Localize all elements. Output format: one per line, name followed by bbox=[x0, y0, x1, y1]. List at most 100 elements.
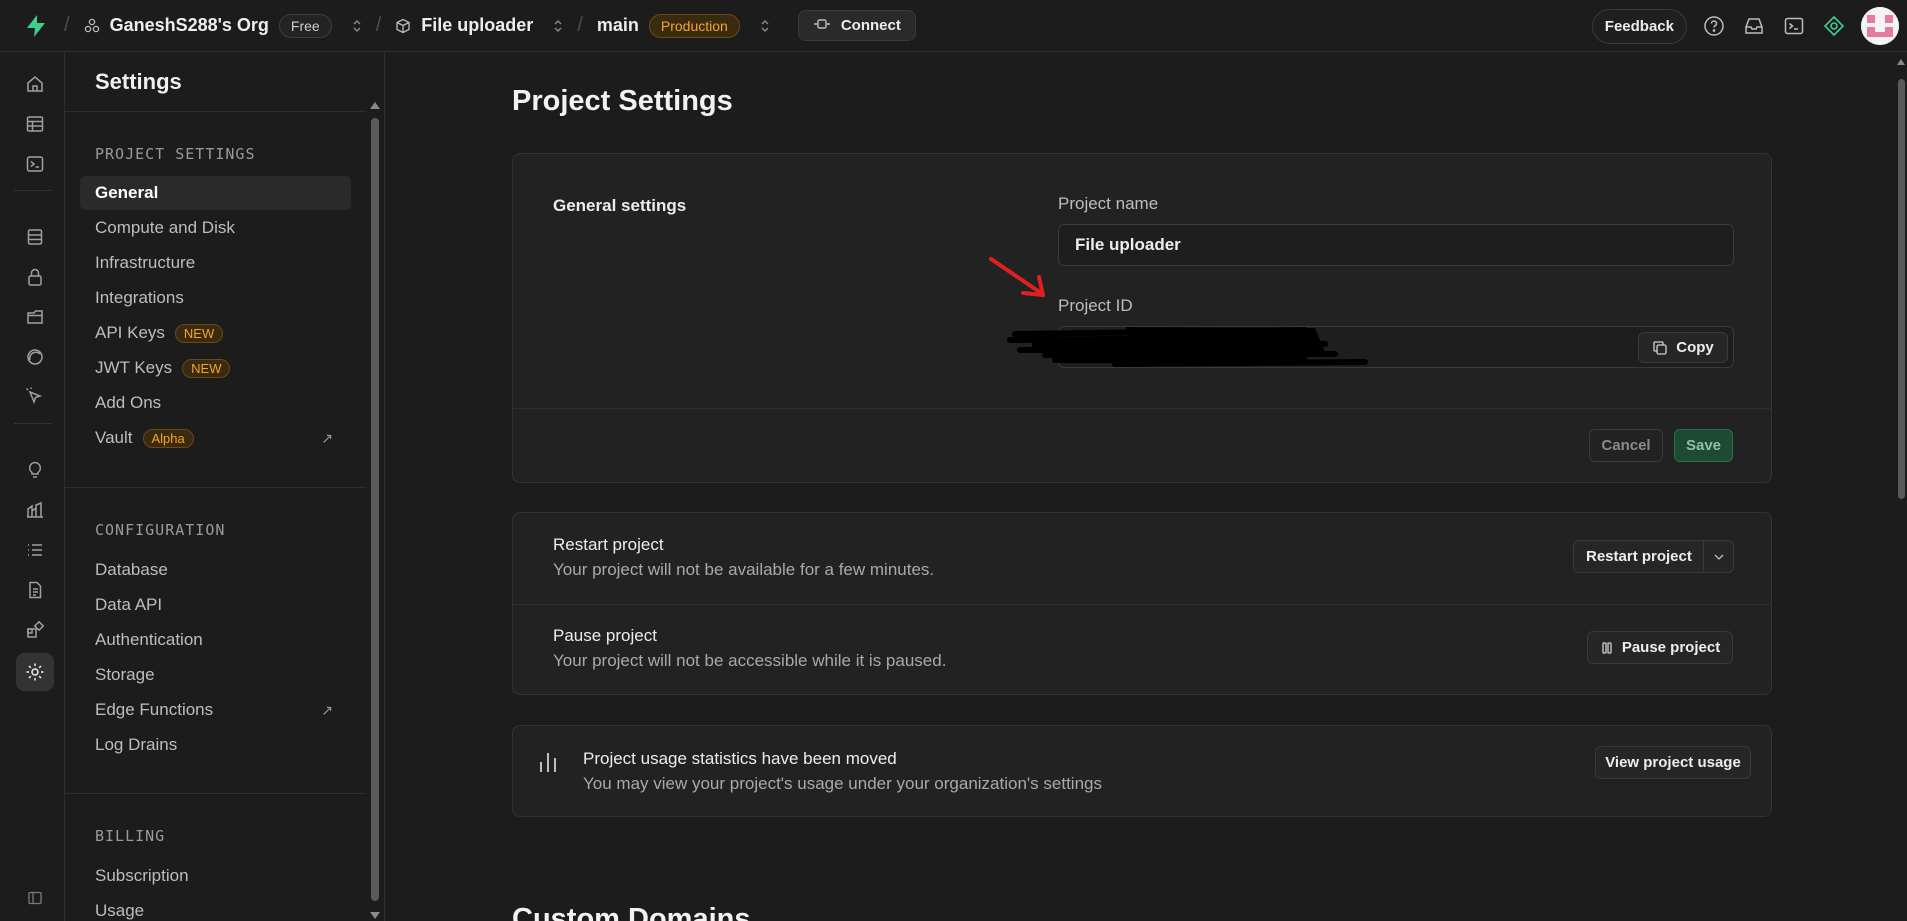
plug-icon bbox=[813, 17, 831, 34]
sidebar-item-label: Infrastructure bbox=[95, 253, 196, 272]
reports-chart-icon[interactable] bbox=[16, 491, 54, 529]
branch-breadcrumb[interactable]: main Production bbox=[596, 13, 770, 38]
settings-gear-icon[interactable] bbox=[16, 653, 54, 691]
sidebar-item-label: Compute and Disk bbox=[95, 218, 235, 237]
main-scroll-thumb[interactable] bbox=[1898, 79, 1905, 499]
sidebar-item-database[interactable]: Database bbox=[80, 553, 351, 587]
org-switcher-chevron-icon[interactable] bbox=[352, 18, 362, 34]
ai-assistant-icon[interactable] bbox=[1821, 13, 1847, 39]
view-project-usage-button[interactable]: View project usage bbox=[1595, 746, 1751, 779]
branch-name: main bbox=[596, 15, 639, 35]
org-breadcrumb[interactable]: GaneshS288's Org Free bbox=[84, 13, 362, 38]
usage-moved-card: Project usage statistics have been moved… bbox=[512, 725, 1772, 817]
project-switcher-chevron-icon[interactable] bbox=[553, 18, 563, 34]
sidebar-item-add-ons[interactable]: Add Ons bbox=[80, 386, 351, 420]
sidebar-item-edge-functions[interactable]: Edge Functions ↗ bbox=[80, 693, 351, 727]
sidebar-item-data-api[interactable]: Data API bbox=[80, 588, 351, 622]
sidebar-item-label: Authentication bbox=[95, 630, 203, 649]
sidebar-item-integrations[interactable]: Integrations bbox=[80, 281, 351, 315]
pause-project-button[interactable]: Pause project bbox=[1587, 631, 1733, 664]
edge-functions-cursor-icon[interactable] bbox=[16, 378, 54, 416]
supabase-logo-icon[interactable] bbox=[22, 12, 50, 40]
collapse-sidebar-icon[interactable] bbox=[20, 883, 50, 913]
scroll-up-arrow-icon[interactable] bbox=[1896, 57, 1906, 67]
connect-button[interactable]: Connect bbox=[797, 10, 916, 41]
alpha-badge: Alpha bbox=[142, 428, 194, 448]
org-name: GaneshS288's Org bbox=[109, 15, 269, 35]
icon-rail bbox=[0, 53, 65, 921]
sidebar-item-subscription[interactable]: Subscription bbox=[80, 859, 351, 893]
general-settings-heading: General settings bbox=[553, 196, 687, 215]
branch-switcher-chevron-icon[interactable] bbox=[760, 18, 770, 34]
terminal-icon[interactable] bbox=[1781, 13, 1807, 39]
realtime-icon[interactable] bbox=[16, 338, 54, 376]
top-bar: / GaneshS288's Org Free / File uploader … bbox=[0, 0, 1907, 52]
project-id-label: Project ID bbox=[1058, 296, 1133, 315]
feedback-button[interactable]: Feedback bbox=[1591, 8, 1687, 44]
logs-list-icon[interactable] bbox=[16, 531, 54, 569]
sidebar-item-log-drains[interactable]: Log Drains bbox=[80, 728, 351, 762]
storage-icon[interactable] bbox=[16, 298, 54, 336]
general-settings-card: General settings Project name File uploa… bbox=[512, 153, 1772, 483]
project-name: File uploader bbox=[421, 15, 534, 35]
sidebar-divider bbox=[65, 487, 366, 488]
new-badge: NEW bbox=[174, 323, 224, 343]
advisors-bulb-icon[interactable] bbox=[16, 451, 54, 489]
restart-project-label: Restart project bbox=[1586, 548, 1692, 565]
breadcrumb-separator: / bbox=[375, 14, 382, 36]
sidebar-item-label: Integrations bbox=[95, 288, 184, 307]
help-icon[interactable] bbox=[1701, 13, 1727, 39]
redaction-scribble bbox=[1007, 327, 1368, 367]
database-icon[interactable] bbox=[16, 218, 54, 256]
project-actions-card: Restart project Your project will not be… bbox=[512, 512, 1772, 695]
sidebar-title: Settings bbox=[95, 69, 182, 94]
user-avatar[interactable] bbox=[1861, 7, 1899, 45]
custom-domains-heading: Custom Domains bbox=[512, 903, 751, 921]
copy-icon bbox=[1653, 340, 1667, 355]
save-button[interactable]: Save bbox=[1674, 429, 1733, 462]
copy-project-id-button[interactable]: Copy bbox=[1638, 332, 1728, 363]
home-icon[interactable] bbox=[16, 65, 54, 103]
project-box-icon bbox=[395, 18, 411, 34]
card-row-divider bbox=[513, 604, 1771, 605]
scroll-up-arrow-icon[interactable] bbox=[369, 100, 381, 110]
integrations-icon[interactable] bbox=[16, 611, 54, 649]
branch-env-badge: Production bbox=[648, 13, 740, 38]
sidebar-divider bbox=[65, 111, 366, 112]
sql-editor-icon[interactable] bbox=[16, 145, 54, 183]
sidebar-item-api-keys[interactable]: API Keys NEW bbox=[80, 316, 351, 350]
sidebar-item-storage[interactable]: Storage bbox=[80, 658, 351, 692]
org-icon bbox=[84, 18, 100, 34]
table-editor-icon[interactable] bbox=[16, 105, 54, 143]
breadcrumb-separator: / bbox=[64, 14, 70, 36]
page-title: Project Settings bbox=[512, 85, 733, 117]
api-docs-icon[interactable] bbox=[16, 571, 54, 609]
sidebar-item-jwt-keys[interactable]: JWT Keys NEW bbox=[80, 351, 351, 385]
sidebar-item-usage[interactable]: Usage bbox=[80, 894, 351, 921]
project-breadcrumb[interactable]: File uploader bbox=[395, 15, 563, 36]
sidebar-item-label: Database bbox=[95, 560, 168, 579]
external-link-icon: ↗ bbox=[321, 701, 333, 718]
annotation-arrow-icon bbox=[989, 257, 1045, 297]
sidebar-item-vault[interactable]: Vault Alpha ↗ bbox=[80, 421, 351, 455]
new-badge: NEW bbox=[182, 358, 231, 378]
sidebar-item-compute-and-disk[interactable]: Compute and Disk bbox=[80, 211, 351, 245]
rail-divider bbox=[14, 190, 52, 191]
topbar-actions: Feedback bbox=[1591, 0, 1899, 52]
restart-project-button[interactable]: Restart project bbox=[1573, 540, 1734, 573]
pause-project-label: Pause project bbox=[1621, 639, 1721, 656]
sidebar-scrollbar[interactable] bbox=[367, 98, 382, 921]
sidebar-scroll-thumb[interactable] bbox=[371, 118, 379, 901]
sidebar-item-infrastructure[interactable]: Infrastructure bbox=[80, 246, 351, 280]
main-scrollbar[interactable] bbox=[1895, 53, 1907, 921]
project-name-input[interactable]: File uploader bbox=[1058, 224, 1734, 266]
sidebar-item-label: General bbox=[95, 183, 159, 202]
auth-lock-icon[interactable] bbox=[16, 258, 54, 296]
scroll-down-arrow-icon[interactable] bbox=[369, 911, 381, 921]
sidebar-item-general[interactable]: General bbox=[80, 176, 351, 210]
pause-project-title: Pause project bbox=[553, 626, 657, 645]
inbox-icon[interactable] bbox=[1741, 13, 1767, 39]
sidebar-item-authentication[interactable]: Authentication bbox=[80, 623, 351, 657]
restart-options-chevron-icon[interactable] bbox=[1703, 541, 1733, 572]
cancel-button[interactable]: Cancel bbox=[1589, 429, 1663, 462]
